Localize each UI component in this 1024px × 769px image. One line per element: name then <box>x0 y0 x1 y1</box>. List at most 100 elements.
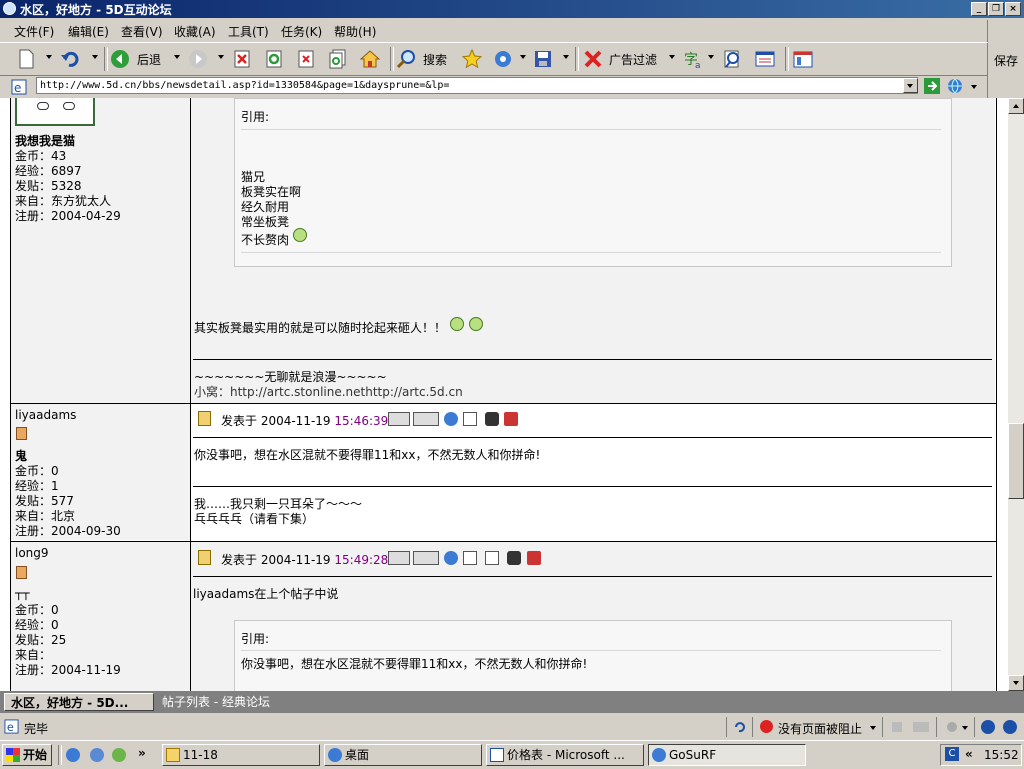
status-text: 完毕 <box>24 722 49 736</box>
task-gosurf[interactable]: GoSuRF <box>648 744 806 766</box>
forward-arrow-icon[interactable] <box>188 49 208 69</box>
quicklaunch-more-icon[interactable]: » <box>138 746 146 760</box>
undo-close-icon[interactable] <box>732 720 746 734</box>
quote-reply-icon[interactable] <box>485 551 499 565</box>
window-view-icon[interactable] <box>755 49 775 69</box>
move-icon[interactable] <box>507 551 521 565</box>
scroll-down-button[interactable] <box>1008 675 1024 691</box>
download-icon[interactable] <box>504 412 518 426</box>
post2-posted-date: 发表于 2004-11-19 15:46:39 <box>221 414 389 428</box>
back-arrow-icon[interactable] <box>110 49 130 69</box>
emoticon-icon <box>450 317 464 331</box>
task-folder-11-18[interactable]: 11-18 <box>162 744 320 766</box>
post2-signature-line: 乓乓乓乓（请看下集） <box>194 512 315 526</box>
address-input[interactable]: http://www.5d.cn/bbs/newsdetail.asp?id=1… <box>36 77 918 94</box>
menu-help[interactable]: 帮助(H) <box>334 23 376 40</box>
menu-tasks[interactable]: 任务(K) <box>281 23 322 40</box>
profile-icon[interactable] <box>388 412 410 426</box>
task-price-word[interactable]: 价格表 - Microsoft ... <box>486 744 644 766</box>
menu-view[interactable]: 查看(V) <box>121 23 163 40</box>
post1-signature-link[interactable]: 小窝：http://artc.stonline.nethttp://artc.5… <box>194 383 463 400</box>
post-icon <box>198 550 211 565</box>
post1-quote-line: 常坐板凳 <box>241 215 290 229</box>
cat-avatar <box>15 98 95 126</box>
popup-blocker-status[interactable]: 没有页面被阻止 <box>778 720 862 737</box>
menu-tools[interactable]: 工具(T) <box>228 23 269 40</box>
ad-filter-x-icon[interactable] <box>583 49 603 69</box>
post2-reg: 注册：2004-09-30 <box>15 524 121 538</box>
scroll-up-button[interactable] <box>1008 98 1024 114</box>
save-button[interactable]: 保存 <box>987 20 1024 98</box>
homepage-icon[interactable] <box>444 412 458 426</box>
menu-file[interactable]: 文件(F) <box>14 23 54 40</box>
favorites-star-icon[interactable] <box>462 49 482 69</box>
tray-expand-icon[interactable]: « <box>965 747 973 761</box>
quicklaunch-media-icon[interactable] <box>112 748 126 762</box>
save-disk-icon[interactable] <box>533 49 553 69</box>
pm-icon[interactable] <box>413 412 439 426</box>
refresh-icon[interactable] <box>264 49 284 69</box>
page-done-icon: e <box>4 719 19 734</box>
links-globe-icon[interactable] <box>947 78 963 94</box>
quote-reply-icon[interactable] <box>463 412 477 426</box>
home-icon[interactable] <box>360 49 380 69</box>
popup-blocker-icon <box>760 720 773 733</box>
menu-edit[interactable]: 编辑(E) <box>68 23 109 40</box>
stop-icon[interactable] <box>232 49 252 69</box>
tab-shuiqu[interactable]: 水区，好地方 - 5D... <box>4 693 154 711</box>
menu-favorites[interactable]: 收藏(A) <box>174 23 216 40</box>
download-icon[interactable] <box>527 551 541 565</box>
back-button[interactable]: 后退 <box>137 51 161 68</box>
title-bar: 水区，好地方 - 5D互动论坛 _ ❐ × <box>0 0 1024 18</box>
post3-posted-date: 发表于 2004-11-19 15:49:28 <box>221 553 389 567</box>
svg-text:e: e <box>14 81 21 95</box>
post3-username[interactable]: long9 <box>15 546 49 560</box>
post3-quote-box: 引用: 你没事吧，想在水区混就不要得罪11和xx，不然无数人和你拼命! <box>234 620 952 691</box>
move-icon[interactable] <box>485 412 499 426</box>
maximize-button[interactable]: ❐ <box>988 2 1004 16</box>
media-icon[interactable] <box>493 49 513 69</box>
search-icon[interactable] <box>396 49 416 69</box>
tab-bar: 水区，好地方 - 5D... 帖子列表 - 经典论坛 <box>0 691 1024 713</box>
edit-icon[interactable] <box>463 551 477 565</box>
ad-filter-button[interactable]: 广告过滤 <box>609 51 657 68</box>
post1-quote-label: 引用: <box>241 110 270 124</box>
profile-icon[interactable] <box>388 551 410 565</box>
next-page-icon[interactable] <box>1003 720 1017 734</box>
post2-body: 你没事吧，想在水区混就不要得罪11和xx，不然无数人和你拼命! <box>194 448 541 462</box>
address-dropdown-button[interactable] <box>903 78 918 93</box>
window-title: 水区，好地方 - 5D互动论坛 <box>20 3 172 17</box>
vertical-scrollbar[interactable] <box>1008 98 1024 691</box>
go-arrow-icon[interactable] <box>924 78 940 94</box>
post3-intro: liyaadams在上个帖子中说 <box>193 587 339 601</box>
ime-icon[interactable]: C <box>945 747 959 761</box>
settings-gear-icon[interactable] <box>944 720 960 734</box>
refresh-all-icon[interactable] <box>328 49 348 69</box>
post3-nickname: ┬┬ <box>15 586 30 600</box>
quicklaunch-ie-icon[interactable] <box>66 748 80 762</box>
start-button[interactable]: 开始 <box>2 744 52 766</box>
scroll-thumb[interactable] <box>1008 423 1024 499</box>
close-button[interactable]: × <box>1005 2 1021 16</box>
close-page-icon[interactable] <box>296 49 316 69</box>
font-size-icon[interactable]: 字a <box>683 49 703 69</box>
post3-quote-line: 你没事吧，想在水区混就不要得罪11和xx，不然无数人和你拼命! <box>241 657 588 671</box>
search-button[interactable]: 搜索 <box>423 51 447 68</box>
new-page-icon[interactable] <box>16 49 36 69</box>
minimize-button[interactable]: _ <box>971 2 987 16</box>
panel-icon[interactable] <box>793 49 813 69</box>
gender-icon <box>16 427 27 440</box>
network-icon <box>913 722 929 732</box>
tab-post-list[interactable]: 帖子列表 - 经典论坛 <box>156 693 276 711</box>
svg-text:e: e <box>7 721 14 734</box>
post2-username[interactable]: liyaadams <box>15 408 76 422</box>
homepage-icon[interactable] <box>444 551 458 565</box>
pm-icon[interactable] <box>413 551 439 565</box>
prev-page-icon[interactable] <box>981 720 995 734</box>
zoom-icon[interactable] <box>723 49 743 69</box>
post-icon <box>198 411 211 426</box>
task-desktop[interactable]: 桌面 <box>324 744 482 766</box>
menu-bar: 文件(F) 编辑(E) 查看(V) 收藏(A) 工具(T) 任务(K) 帮助(H… <box>0 20 988 40</box>
undo-icon[interactable] <box>60 49 80 69</box>
quicklaunch-gosurf-icon[interactable] <box>90 748 104 762</box>
